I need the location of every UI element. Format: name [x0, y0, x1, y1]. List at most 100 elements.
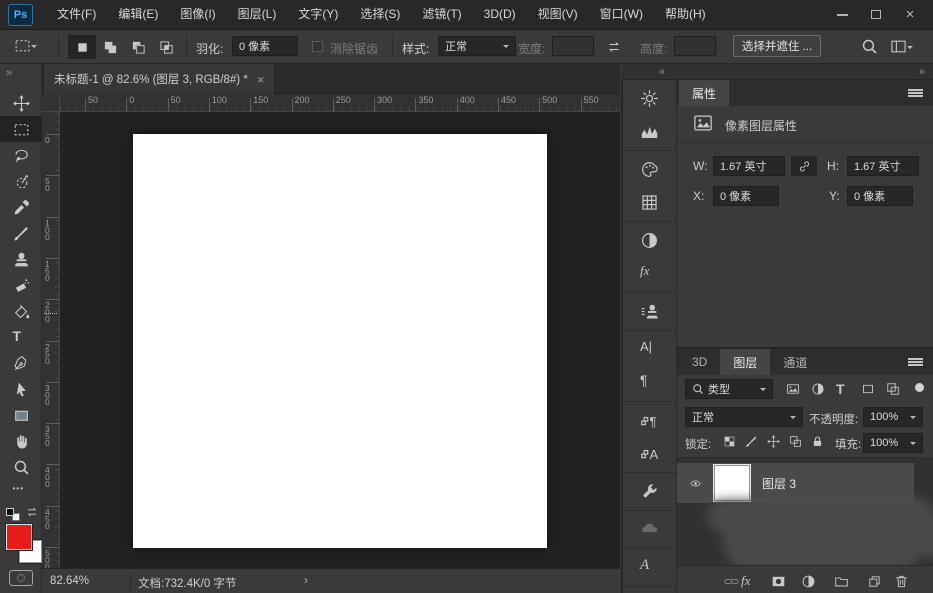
panel-button-adjustments[interactable] — [623, 224, 676, 257]
filter-adjustment-icon[interactable] — [811, 382, 825, 396]
menu-type[interactable]: 文字(Y) — [287, 0, 349, 29]
panel-button-character[interactable]: A| — [623, 333, 676, 366]
close-button[interactable]: × — [893, 0, 927, 29]
panel-menu-icon[interactable] — [908, 358, 923, 366]
new-selection-button[interactable] — [68, 35, 96, 59]
layer-thumbnail[interactable] — [714, 465, 750, 501]
tool-zoom[interactable] — [0, 454, 42, 480]
link-icon[interactable] — [724, 574, 739, 589]
select-and-mask-button[interactable]: 选择并遮住 ... — [733, 35, 821, 57]
tool-rectangular-marquee[interactable] — [0, 116, 42, 142]
tool-eyedropper[interactable] — [0, 194, 42, 220]
close-tab-icon[interactable]: × — [257, 72, 265, 87]
panel-button-character-styles[interactable]: A — [623, 437, 676, 470]
adjustment-icon[interactable] — [801, 574, 816, 589]
filter-toggle-pin[interactable] — [915, 383, 924, 392]
x-value-input[interactable]: 0 像素 — [713, 186, 779, 206]
tab-layers[interactable]: 图层 — [720, 349, 770, 375]
antialias-checkbox[interactable] — [312, 41, 323, 52]
layer-filter-type-select[interactable]: 类型 — [685, 379, 773, 399]
panel-button-brush-settings[interactable] — [623, 82, 676, 115]
panel-button-tool-presets[interactable] — [623, 475, 676, 508]
opacity-select[interactable]: 100% — [863, 407, 923, 427]
panel-button-glyphs[interactable]: A — [623, 551, 676, 584]
menu-edit[interactable]: 编辑(E) — [107, 0, 169, 29]
width-value-input[interactable]: 1.67 英寸 — [713, 156, 785, 176]
workspace-switcher[interactable] — [890, 38, 913, 55]
menu-view[interactable]: 视图(V) — [527, 0, 589, 29]
menu-layer[interactable]: 图层(L) — [227, 0, 288, 29]
tool-eraser[interactable] — [0, 272, 42, 298]
layer-row[interactable]: 图层 3 — [677, 463, 914, 503]
tab-3d[interactable]: 3D — [679, 349, 720, 375]
new-layer-icon[interactable] — [867, 574, 882, 589]
maximize-button[interactable] — [859, 0, 893, 29]
intersect-selection-button[interactable] — [152, 35, 180, 59]
panel-menu-icon[interactable] — [908, 89, 923, 97]
effects-icon[interactable]: fx — [741, 574, 756, 589]
lock-position-icon[interactable] — [767, 435, 780, 448]
panel-button-histogram[interactable] — [623, 115, 676, 148]
swap-colors-icon[interactable] — [25, 505, 39, 519]
minimize-button[interactable] — [825, 0, 859, 29]
lock-all-icon[interactable] — [811, 435, 824, 448]
subtract-from-selection-button[interactable] — [124, 35, 152, 59]
panel-button-styles[interactable]: fx — [623, 257, 676, 290]
tool-type[interactable]: T — [0, 324, 42, 350]
filter-shape-icon[interactable] — [861, 382, 875, 396]
layer-visibility-eye-icon[interactable] — [688, 478, 703, 489]
menu-select[interactable]: 选择(S) — [349, 0, 411, 29]
height-value-input[interactable]: 1.67 英寸 — [847, 156, 919, 176]
search-icon[interactable] — [861, 38, 878, 55]
link-wh-button[interactable] — [791, 156, 817, 176]
width-input[interactable] — [552, 36, 594, 56]
tool-preset-picker[interactable] — [14, 37, 37, 54]
tool-path-selection[interactable] — [0, 376, 42, 402]
lock-artboard-icon[interactable] — [789, 435, 802, 448]
delete-icon[interactable] — [894, 574, 909, 589]
feather-input[interactable]: 0 像素 — [232, 36, 298, 56]
menu-3d[interactable]: 3D(D) — [473, 0, 527, 29]
panel-button-paragraph[interactable]: ¶ — [623, 366, 676, 399]
blend-mode-select[interactable]: 正常 — [685, 407, 803, 427]
tool-lasso[interactable] — [0, 142, 42, 168]
tool-rectangle[interactable] — [0, 402, 42, 428]
tool-move[interactable] — [0, 90, 42, 116]
tab-channels[interactable]: 通道 — [770, 349, 820, 375]
panel-button-color[interactable] — [623, 153, 676, 186]
tool-paint-bucket[interactable] — [0, 298, 42, 324]
tool-more[interactable]: ••• — [0, 480, 42, 506]
strip-expand-arrows[interactable]: « — [659, 66, 663, 78]
swap-dimensions-icon[interactable] — [606, 39, 622, 55]
mask-icon[interactable] — [771, 574, 786, 589]
menu-help[interactable]: 帮助(H) — [654, 0, 717, 29]
lock-image-icon[interactable] — [745, 435, 758, 448]
menu-image[interactable]: 图像(I) — [169, 0, 226, 29]
tool-hand[interactable] — [0, 428, 42, 454]
panel-button-libraries[interactable] — [623, 513, 676, 546]
document-canvas[interactable] — [133, 134, 547, 548]
zoom-level-field[interactable]: 82.64% — [50, 575, 89, 587]
document-tab[interactable]: 未标题-1 @ 82.6% (图层 3, RGB/8#) * × — [44, 64, 275, 94]
menu-window[interactable]: 窗口(W) — [589, 0, 654, 29]
tool-pen[interactable] — [0, 350, 42, 376]
panel-button-clone-source[interactable] — [623, 295, 676, 328]
tool-clone-stamp[interactable] — [0, 246, 42, 272]
tool-brush[interactable] — [0, 220, 42, 246]
status-menu-chevron[interactable]: › — [304, 575, 308, 587]
filter-type-icon[interactable]: T — [836, 382, 845, 396]
lock-transparent-icon[interactable] — [723, 435, 736, 448]
fill-select[interactable]: 100% — [863, 433, 923, 453]
y-value-input[interactable]: 0 像素 — [847, 186, 913, 206]
quick-mask-button[interactable] — [9, 570, 33, 586]
tools-collapse-arrows[interactable]: » — [6, 67, 10, 79]
style-select[interactable]: 正常 — [438, 36, 516, 56]
foreground-color-swatch[interactable] — [6, 524, 32, 550]
layer-name[interactable]: 图层 3 — [762, 475, 796, 492]
tab-properties[interactable]: 属性 — [679, 80, 729, 106]
default-colors-icon[interactable] — [6, 508, 14, 516]
panel-button-swatches[interactable] — [623, 186, 676, 219]
panel-button-paragraph-styles[interactable]: ¶ — [623, 404, 676, 437]
menu-file[interactable]: 文件(F) — [46, 0, 107, 29]
menu-filter[interactable]: 滤镜(T) — [411, 0, 472, 29]
